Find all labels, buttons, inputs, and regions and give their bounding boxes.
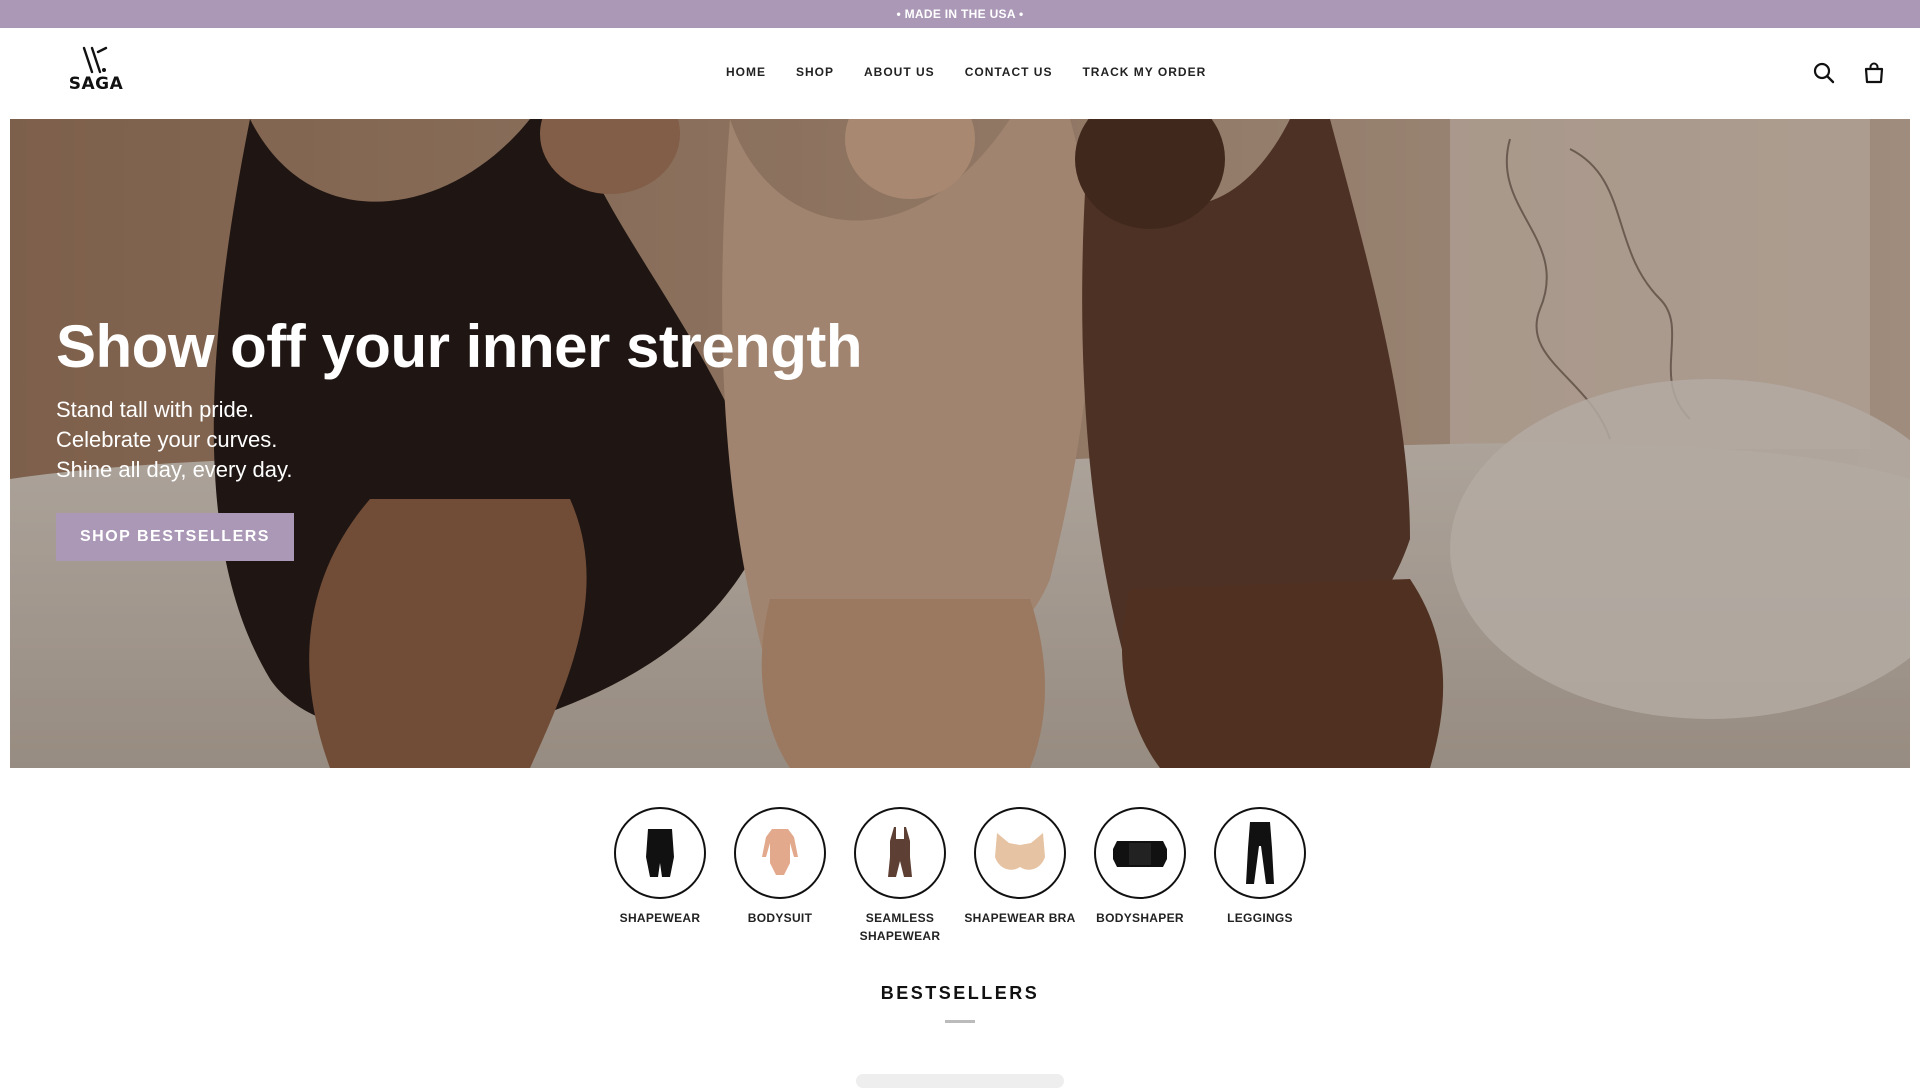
hero-line-1: Stand tall with pride. [56, 397, 255, 422]
hero-content: Show off your inner strength Stand tall … [56, 313, 863, 561]
bra-icon [974, 807, 1066, 899]
category-seamless-shapewear[interactable]: SEAMLESS SHAPEWEAR [840, 807, 960, 945]
nav-track-my-order[interactable]: TRACK MY ORDER [1082, 65, 1206, 79]
announcement-text: • MADE IN THE USA • [896, 7, 1024, 21]
hero-banner: Show off your inner strength Stand tall … [10, 119, 1910, 768]
logo-mark-icon [82, 46, 108, 74]
category-label: SHAPEWEAR BRA [964, 911, 1076, 925]
hero-title: Show off your inner strength [56, 313, 863, 380]
hero-line-3: Shine all day, every day. [56, 457, 293, 482]
category-label: BODYSHAPER [1096, 911, 1184, 925]
category-label: LEGGINGS [1227, 911, 1293, 925]
category-carousel: SHAPEWEAR BODYSUIT SEAMLESS SHAPEWEAR SH… [0, 807, 1920, 945]
seamless-shapewear-icon [854, 807, 946, 899]
leggings-icon [1214, 807, 1306, 899]
main-nav: HOME SHOP ABOUT US CONTACT US TRACK MY O… [726, 65, 1236, 79]
category-leggings[interactable]: LEGGINGS [1200, 807, 1320, 945]
search-icon[interactable] [1810, 59, 1838, 87]
bestsellers-title: BESTSELLERS [880, 983, 1040, 1003]
brand-logo[interactable]: SAGA [68, 46, 124, 102]
nav-shop[interactable]: SHOP [796, 65, 834, 79]
category-shapewear[interactable]: SHAPEWEAR [600, 807, 720, 945]
bodysuit-icon [734, 807, 826, 899]
nav-home[interactable]: HOME [726, 65, 766, 79]
cart-icon[interactable] [1860, 59, 1888, 87]
category-shapewear-bra[interactable]: SHAPEWEAR BRA [960, 807, 1080, 945]
bestsellers-section: BESTSELLERS [0, 983, 1920, 1023]
shapewear-icon [614, 807, 706, 899]
category-bodyshaper[interactable]: BODYSHAPER [1080, 807, 1200, 945]
category-label: SEAMLESS SHAPEWEAR [859, 911, 941, 943]
category-label: BODYSUIT [747, 911, 813, 925]
brand-wordmark: SAGA [68, 74, 124, 94]
announcement-bar: • MADE IN THE USA • [0, 0, 1920, 28]
site-header: SAGA HOME SHOP ABOUT US CONTACT US TRACK… [0, 28, 1920, 119]
category-bodysuit[interactable]: BODYSUIT [720, 807, 840, 945]
nav-about-us[interactable]: ABOUT US [864, 65, 935, 79]
bodyshaper-icon [1094, 807, 1186, 899]
title-divider [945, 1020, 975, 1023]
hero-line-2: Celebrate your curves. [56, 427, 278, 452]
hero-tagline: Stand tall with pride. Celebrate your cu… [56, 395, 862, 485]
nav-contact-us[interactable]: CONTACT US [965, 65, 1053, 79]
category-label: SHAPEWEAR [619, 911, 701, 925]
bestsellers-tab-pill[interactable] [856, 1074, 1064, 1088]
shop-bestsellers-button[interactable]: SHOP BESTSELLERS [56, 513, 294, 561]
